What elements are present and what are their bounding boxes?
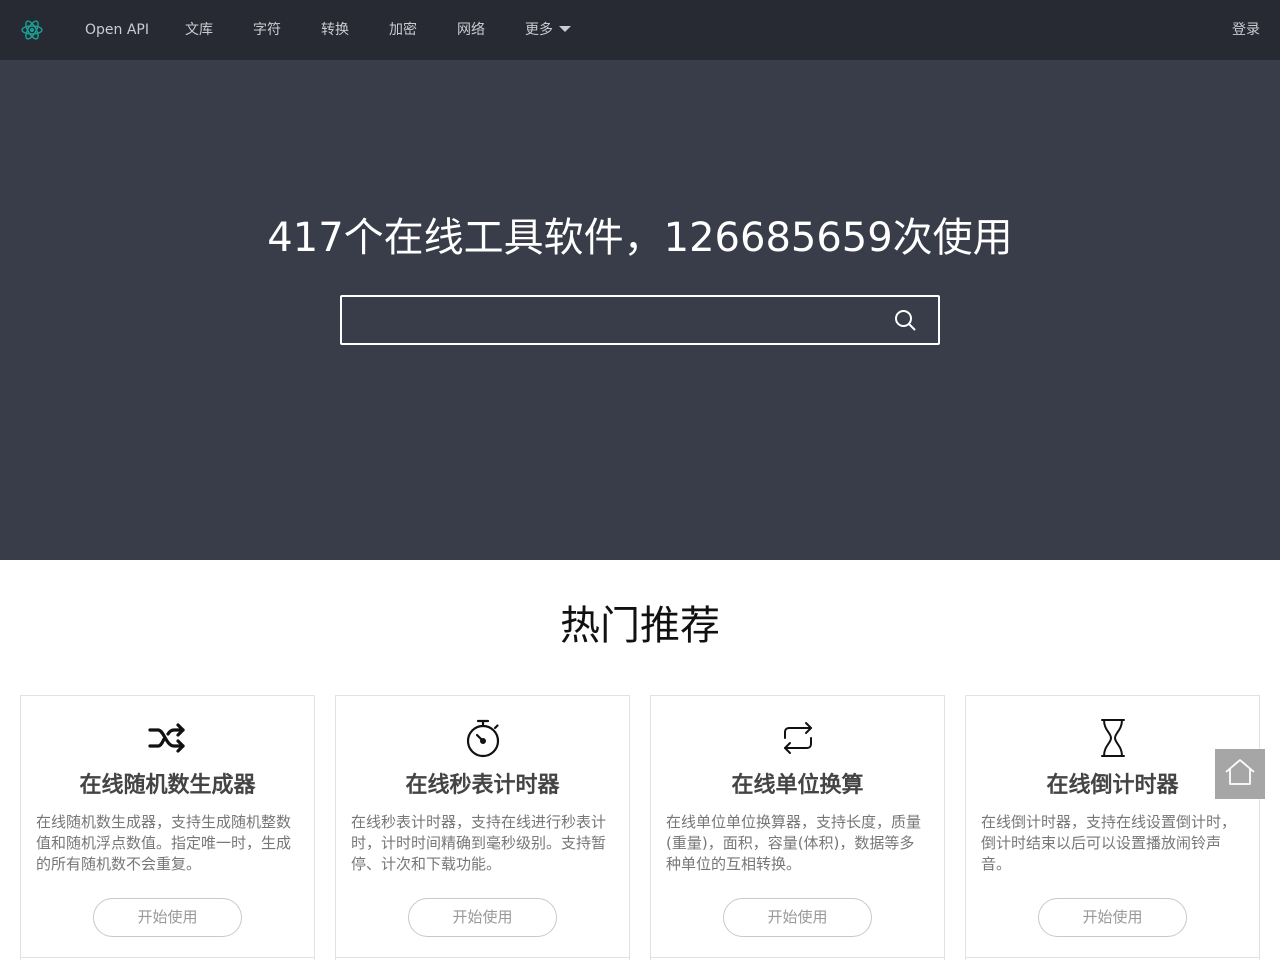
card-divider: [336, 957, 629, 958]
nav-item-more-label: 更多: [525, 22, 553, 38]
nav-item-encrypt[interactable]: 加密: [389, 0, 417, 60]
atom-logo-icon[interactable]: [20, 18, 44, 42]
top-navbar: Open API 文库 字符 转换 加密 网络 更多 登录: [0, 0, 1280, 60]
tool-card-random-number[interactable]: 在线随机数生成器 在线随机数生成器，支持生成随机整数值和随机浮点数值。指定唯一时…: [20, 695, 315, 960]
start-button[interactable]: 开始使用: [723, 898, 872, 937]
nav-item-library[interactable]: 文库: [185, 0, 213, 60]
nav-item-characters[interactable]: 字符: [253, 0, 281, 60]
card-title: 在线秒表计时器: [405, 773, 560, 798]
shuffle-icon: [148, 723, 185, 753]
hero-banner: 417个在线工具软件，126685659次使用: [0, 60, 1280, 560]
card-title: 在线随机数生成器: [79, 773, 256, 798]
hourglass-icon: [1101, 719, 1125, 757]
home-button[interactable]: [1215, 749, 1265, 799]
card-divider: [21, 957, 314, 958]
start-button[interactable]: 开始使用: [408, 898, 557, 937]
nav-item-network[interactable]: 网络: [457, 0, 485, 60]
caret-down-icon: [559, 26, 571, 32]
card-description: 在线秒表计时器，支持在线进行秒表计时，计时时间精确到毫秒级别。支持暂停、计次和下…: [351, 813, 607, 873]
section-title: 热门推荐: [560, 603, 720, 649]
repeat-icon: [784, 722, 812, 754]
home-icon: [1225, 759, 1255, 785]
card-description: 在线单位单位换算器，支持长度，质量(重量)，面积，容量(体积)，数据等多种单位的…: [666, 813, 922, 873]
card-divider: [651, 957, 944, 958]
stopwatch-icon: [466, 719, 500, 758]
tool-card-unit-conversion[interactable]: 在线单位换算 在线单位单位换算器，支持长度，质量(重量)，面积，容量(体积)，数…: [650, 695, 945, 960]
card-description: 在线随机数生成器，支持生成随机整数值和随机浮点数值。指定唯一时，生成的所有随机数…: [36, 813, 292, 873]
card-title: 在线单位换算: [731, 773, 864, 798]
login-link[interactable]: 登录: [1232, 0, 1260, 60]
tool-card-countdown[interactable]: 在线倒计时器 在线倒计时器，支持在线设置倒计时，倒计时结束以后可以设置播放闹铃声…: [965, 695, 1260, 960]
nav-item-more[interactable]: 更多: [525, 0, 571, 60]
start-button[interactable]: 开始使用: [93, 898, 242, 937]
card-divider: [966, 957, 1259, 958]
search-input[interactable]: [342, 297, 872, 343]
nav-item-open-api[interactable]: Open API: [85, 0, 149, 60]
start-button[interactable]: 开始使用: [1038, 898, 1187, 937]
nav-item-convert[interactable]: 转换: [321, 0, 349, 60]
card-description: 在线倒计时器，支持在线设置倒计时，倒计时结束以后可以设置播放闹铃声音。: [981, 813, 1237, 873]
tool-card-stopwatch[interactable]: 在线秒表计时器 在线秒表计时器，支持在线进行秒表计时，计时时间精确到毫秒级别。支…: [335, 695, 630, 960]
search-icon[interactable]: [894, 309, 916, 331]
search-box: [340, 295, 940, 345]
hero-title: 417个在线工具软件，126685659次使用: [267, 215, 1013, 261]
